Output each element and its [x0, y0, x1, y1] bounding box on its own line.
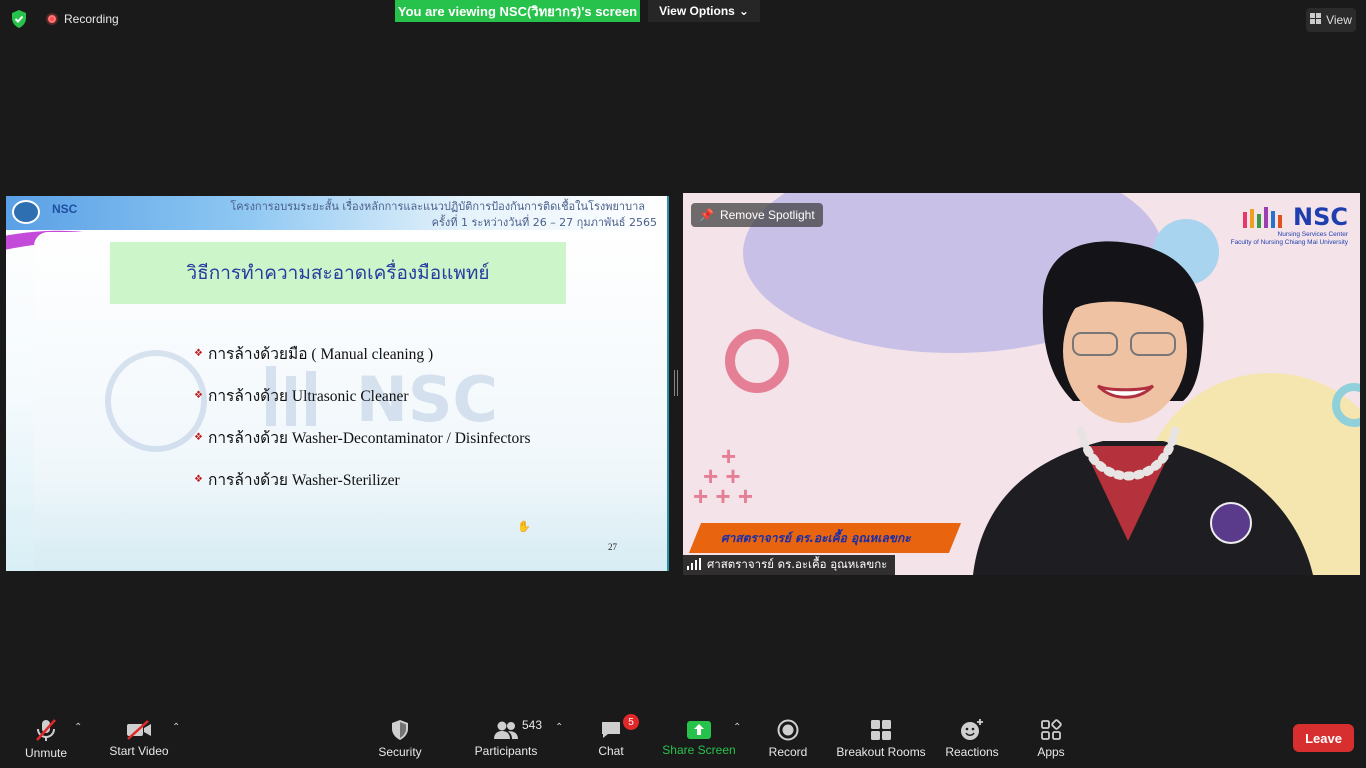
security-button[interactable]: Security — [376, 710, 424, 768]
chat-label: Chat — [598, 744, 624, 758]
spotlight-video[interactable]: + + + + + + 📌 Remove Spotlight NSC Nursi… — [683, 193, 1360, 575]
breakout-rooms-icon — [871, 720, 891, 740]
recording-indicator[interactable]: Recording — [46, 12, 119, 26]
split-resize-handle[interactable] — [674, 370, 678, 396]
name-banner-text: ศาสตราจารย์ ดร.อะเคื้อ อุณหเลขกะ — [721, 531, 911, 545]
breakout-rooms-button[interactable]: Breakout Rooms — [836, 710, 926, 768]
viewing-screen-banner: You are viewing NSC(วิทยากร)'s screen — [395, 0, 640, 22]
chat-bubble-icon — [602, 722, 620, 738]
remove-spotlight-label: Remove Spotlight — [719, 208, 815, 222]
chevron-up-icon[interactable]: ⌃ — [172, 722, 180, 733]
reactions-button[interactable]: Reactions — [944, 710, 1000, 768]
background-ring — [725, 329, 789, 393]
remove-spotlight-button[interactable]: 📌 Remove Spotlight — [691, 203, 823, 227]
breakout-rooms-label: Breakout Rooms — [836, 745, 926, 759]
chevron-up-icon[interactable]: ⌃ — [74, 722, 82, 733]
chevron-up-icon[interactable]: ⌃ — [733, 722, 741, 733]
list-item: ❖ การล้างด้วย Washer-Decontaminator / Dis… — [194, 429, 531, 447]
diamond-bullet-icon: ❖ — [194, 389, 203, 401]
chat-unread-badge: 5 — [623, 714, 639, 730]
record-icon — [777, 719, 799, 741]
view-label: View — [1326, 13, 1352, 27]
security-label: Security — [378, 745, 422, 759]
chevron-down-icon: ⌄ — [738, 4, 749, 18]
reactions-label: Reactions — [945, 745, 999, 759]
slide-header-line2: ครั้งที่ 1 ระหว่างวันที่ 26 – 27 กุมภาพั… — [431, 216, 657, 229]
diamond-bullet-icon: ❖ — [194, 431, 203, 443]
unmute-button[interactable]: Unmute — [22, 710, 70, 768]
mouse-cursor-icon: ✋ — [517, 521, 531, 533]
apps-button[interactable]: Apps — [1032, 710, 1070, 768]
slide-logo: NSC — [52, 202, 78, 216]
nsc-logo: NSC Nursing Services Center Faculty of N… — [1231, 203, 1348, 247]
start-video-button[interactable]: Start Video — [106, 710, 172, 768]
shared-screen[interactable]: NSC โครงการอบรมระยะสั้น เรื่องหลักการและ… — [6, 196, 669, 571]
shield-icon[interactable] — [8, 8, 30, 30]
list-item: ❖ การล้างด้วย Washer-Sterilizer — [194, 471, 400, 489]
smiley-add-icon — [961, 719, 983, 740]
unmute-label: Unmute — [24, 746, 68, 760]
meeting-toolbar: Unmute ⌃ Start Video ⌃ Security Particip… — [0, 710, 1366, 768]
view-options-label: View Options — [659, 4, 735, 18]
share-screen-button[interactable]: Share Screen — [662, 710, 736, 768]
view-options-button[interactable]: View Options ⌄ — [648, 0, 760, 22]
slide-bullet-list: ❖ การล้างด้วยมือ ( Manual cleaning ) ❖ การ… — [194, 332, 531, 500]
shield-icon — [392, 720, 408, 740]
plus-decoration-icon: + + + — [693, 481, 753, 511]
diamond-bullet-icon: ❖ — [194, 347, 203, 359]
participants-icon — [494, 721, 518, 739]
record-label: Record — [768, 745, 808, 759]
list-item: ❖ การล้างด้วย Ultrasonic Cleaner — [194, 387, 409, 405]
participants-count: 543 — [522, 718, 543, 732]
chevron-up-icon[interactable]: ⌃ — [555, 722, 563, 733]
video-camera-off-icon — [127, 720, 151, 740]
share-screen-label: Share Screen — [662, 743, 736, 757]
recording-label: Recording — [64, 12, 119, 26]
participants-label: Participants — [474, 744, 538, 758]
presenter-video-icon — [973, 241, 1313, 575]
top-left-status: Recording — [8, 8, 119, 30]
record-button[interactable]: Record — [766, 710, 810, 768]
participant-name-tag: ศาสตราจารย์ ดร.อะเคื้อ อุณหเลขกะ — [683, 555, 896, 575]
nsc-logo-subtitle2: Faculty of Nursing Chiang Mai University — [1230, 239, 1348, 246]
apps-icon — [1041, 719, 1062, 740]
bars-logo-icon — [1243, 207, 1283, 228]
leave-button[interactable]: Leave — [1293, 724, 1354, 752]
list-item: ❖ การล้างด้วยมือ ( Manual cleaning ) — [194, 345, 434, 363]
recording-dot-icon — [46, 13, 58, 25]
view-button[interactable]: View — [1306, 8, 1356, 32]
signal-strength-icon — [687, 557, 701, 573]
nsc-logo-subtitle1: Nursing Services Center — [1277, 231, 1348, 238]
start-video-label: Start Video — [109, 744, 169, 758]
apps-label: Apps — [1037, 745, 1065, 759]
share-screen-icon — [687, 721, 711, 739]
participant-name: ศาสตราจารย์ ดร.อะเคื้อ อุณหเลขกะ — [707, 557, 888, 571]
nsc-logo-text: NSC — [1293, 203, 1348, 231]
microphone-muted-icon — [36, 719, 56, 741]
slide-heading: วิธีการทำความสะอาดเครื่องมือแพทย์ — [110, 242, 566, 304]
pin-icon: 📌 — [699, 208, 714, 222]
slide-page-number: 27 — [608, 542, 617, 552]
university-seal-icon — [12, 200, 40, 224]
diamond-bullet-icon: ❖ — [194, 473, 203, 485]
grid-view-icon — [1310, 13, 1322, 27]
